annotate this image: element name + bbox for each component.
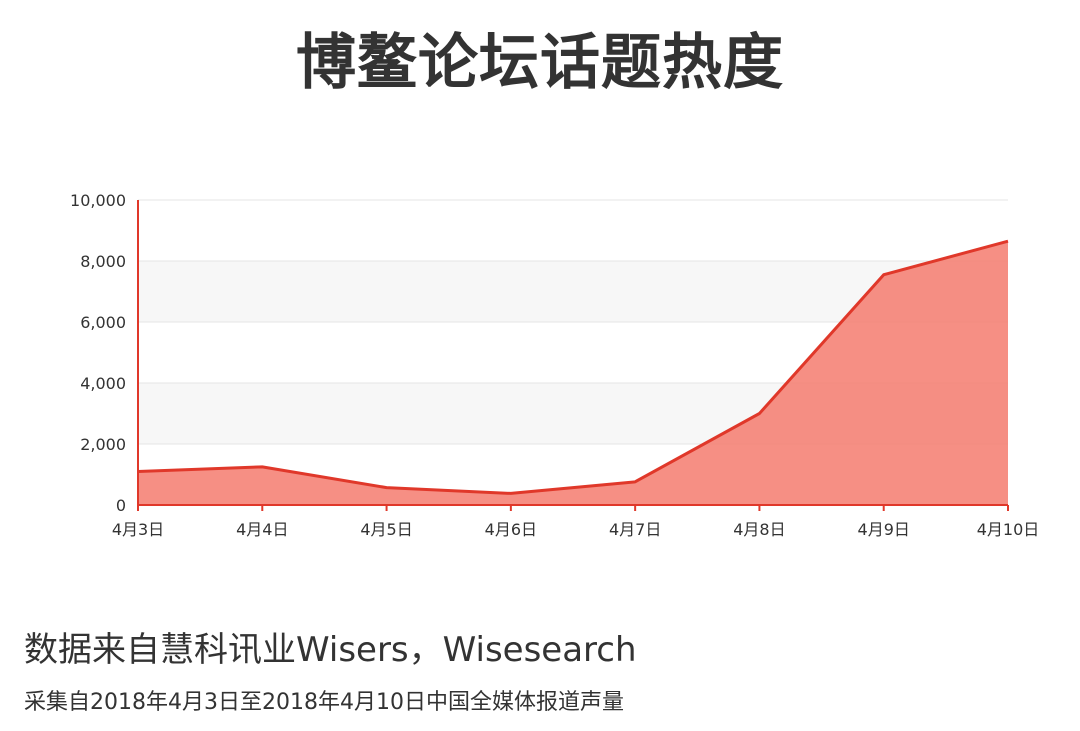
page-title: 博鳌论坛话题热度 — [296, 28, 784, 98]
y-tick-label: 0 — [116, 496, 126, 515]
x-tick-label: 4月4日 — [236, 520, 288, 539]
x-tick-label: 4月6日 — [485, 520, 537, 539]
data-source-line: 数据来自慧科讯业Wisers，Wisesearch — [24, 630, 637, 670]
x-tick-label: 4月10日 — [977, 520, 1040, 539]
x-tick-label: 4月8日 — [733, 520, 785, 539]
x-tick-label: 4月9日 — [858, 520, 910, 539]
area-chart: 0 2,000 4,000 6,000 8,000 10,000 4月3日 4月4日 4月5日… — [70, 191, 1039, 539]
x-tick-label: 4月5日 — [360, 520, 412, 539]
x-tick-labels: 4月3日 4月4日 4月5日 4月6日 4月7日 4月8日 4月9日 4月10日 — [112, 505, 1039, 539]
x-tick-label: 4月3日 — [112, 520, 164, 539]
y-tick-labels: 0 2,000 4,000 6,000 8,000 10,000 — [70, 191, 126, 515]
y-tick-label: 10,000 — [70, 191, 126, 210]
y-tick-label: 8,000 — [80, 252, 126, 271]
y-tick-label: 2,000 — [80, 435, 126, 454]
x-tick-label: 4月7日 — [609, 520, 661, 539]
y-tick-label: 4,000 — [80, 374, 126, 393]
y-tick-label: 6,000 — [80, 313, 126, 332]
collection-note: 采集自2018年4月3日至2018年4月10日中国全媒体报道声量 — [24, 690, 624, 715]
